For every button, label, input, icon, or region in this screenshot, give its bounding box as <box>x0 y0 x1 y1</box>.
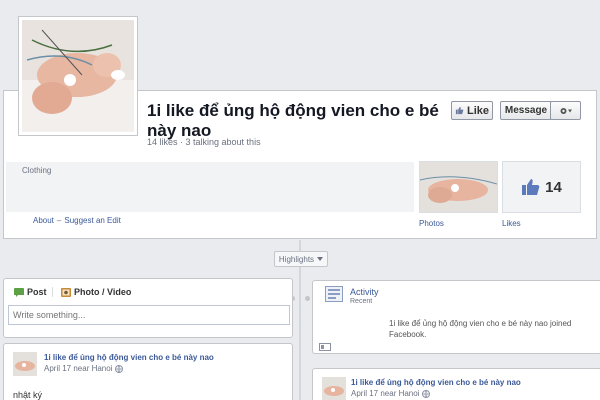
post-text: nhật ký <box>13 390 43 400</box>
highlights-label: Highlights <box>278 254 315 264</box>
page-links: About – Suggest an Edit <box>33 216 121 225</box>
avatar[interactable] <box>322 377 346 400</box>
activity-title[interactable]: Activity <box>350 287 379 297</box>
message-button[interactable]: Message <box>500 101 552 120</box>
thumbs-up-icon <box>455 106 464 115</box>
tab-divider <box>52 287 53 297</box>
post-author[interactable]: 1i like để ủng hộ động vien cho e bé này… <box>351 378 521 387</box>
status-icon <box>14 287 24 297</box>
tab-photo-video[interactable]: Photo / Video <box>61 287 131 297</box>
composer-input[interactable] <box>8 305 290 325</box>
message-button-label: Message <box>504 105 548 116</box>
post-date: April 17 near Hanoi <box>351 389 431 398</box>
photos-label[interactable]: Photos <box>419 219 444 228</box>
thumbs-up-icon <box>522 179 540 195</box>
photo-icon <box>61 287 71 297</box>
activity-subtitle: Recent <box>350 298 373 305</box>
likes-label[interactable]: Likes <box>502 219 521 228</box>
timeline-dot <box>305 296 310 301</box>
profile-picture[interactable] <box>18 16 138 136</box>
tab-photo-video-label: Photo / Video <box>74 287 132 297</box>
likes-count: 14 <box>545 178 562 196</box>
likes-app-box[interactable]: 14 <box>502 161 581 213</box>
page-info-box <box>6 162 414 212</box>
timeline-post: 1i like để ủng hộ động vien cho e bé này… <box>3 343 293 400</box>
page-category: Clothing <box>22 166 52 175</box>
chevron-down-icon <box>317 257 324 261</box>
photos-app-thumbnail[interactable] <box>419 161 498 213</box>
like-button[interactable]: Like <box>451 101 493 120</box>
composer-box: Post Photo / Video <box>3 278 293 338</box>
post-date: April 17 near Hanoi <box>44 364 124 373</box>
page-stats: 14 likes · 3 talking about this <box>147 137 261 147</box>
activity-icon <box>325 286 343 302</box>
like-button-label: Like <box>466 104 489 117</box>
globe-icon <box>115 364 124 373</box>
tab-post[interactable]: Post <box>14 287 47 297</box>
activity-box: Activity Recent 1i like để ủng hộ động v… <box>312 280 600 354</box>
gear-icon <box>560 107 572 114</box>
photos-thumbnail-image <box>419 162 498 212</box>
about-link[interactable]: About <box>33 216 54 225</box>
tab-post-label: Post <box>27 287 47 297</box>
timeline-post: 1i like để ủng hộ động vien cho e bé này… <box>312 368 600 400</box>
post-author[interactable]: 1i like để ủng hộ động vien cho e bé này… <box>44 353 214 362</box>
suggest-edit-link[interactable]: Suggest an Edit <box>64 216 120 225</box>
globe-icon <box>422 389 431 398</box>
activity-text: 1i like để ủng hộ động vien cho e bé này… <box>389 319 572 339</box>
separator: – <box>56 216 62 225</box>
post-date-text[interactable]: April 17 near Hanoi <box>351 389 419 398</box>
card-icon <box>319 343 331 351</box>
post-date-text[interactable]: April 17 near Hanoi <box>44 364 112 373</box>
settings-dropdown-button[interactable] <box>550 101 581 120</box>
page-title: 1i like để ủng hộ động vien cho e bé này… <box>147 101 439 140</box>
highlights-dropdown[interactable]: Highlights <box>274 251 328 267</box>
baby-photo <box>22 20 134 132</box>
avatar[interactable] <box>13 352 37 376</box>
